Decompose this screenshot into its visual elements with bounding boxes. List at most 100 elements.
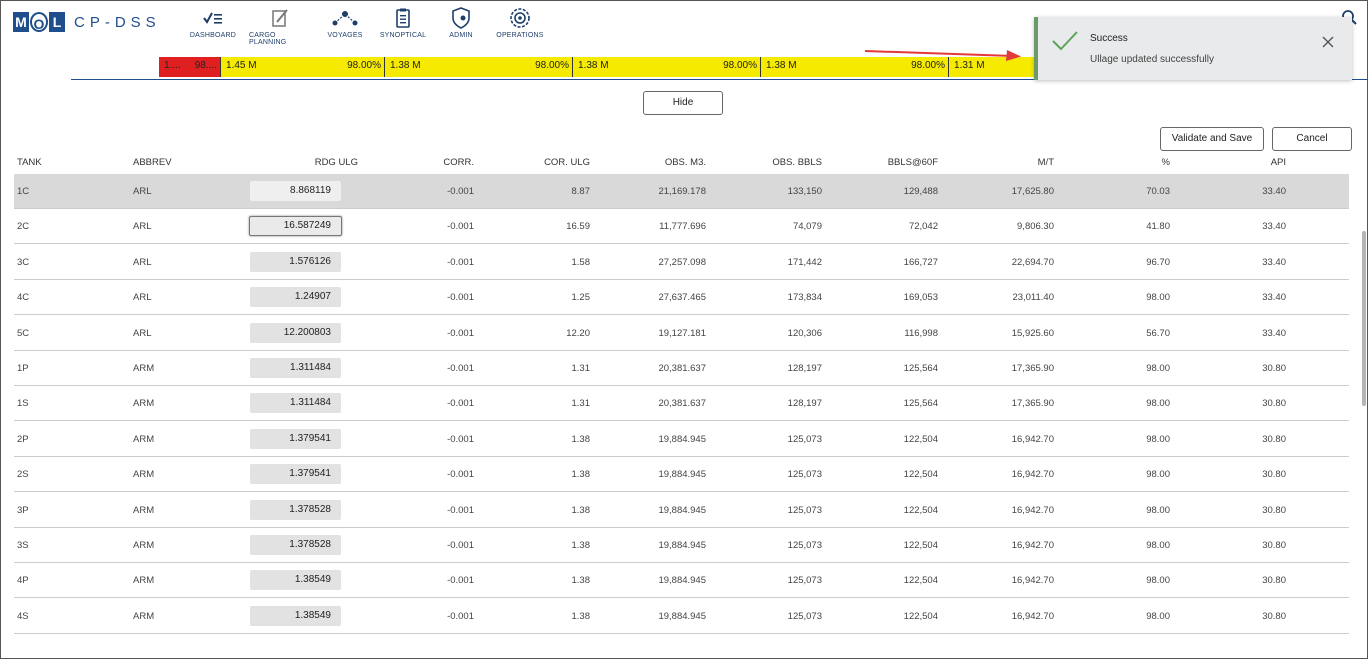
rdg-ulg-input[interactable]: 1.24907: [250, 287, 341, 308]
cell-cor-ulg: 1.25: [571, 292, 591, 304]
cell-percent: 98.00: [1146, 292, 1170, 304]
rdg-ulg-input[interactable]: 1.311484: [250, 393, 341, 414]
cell-corr: -0.001: [447, 292, 474, 304]
cell-corr: -0.001: [447, 221, 474, 233]
rdg-ulg-input[interactable]: 1.576126: [250, 251, 341, 272]
table-row[interactable]: 1C ARL -0.001 8.87 21,169.178 133,150 129,488 1…: [14, 174, 1349, 209]
rdg-ulg-input[interactable]: 1.379541: [250, 428, 341, 449]
annotation-arrow-icon: [863, 47, 1023, 66]
cell-corr: -0.001: [447, 327, 474, 339]
cell-corr: -0.001: [447, 186, 474, 197]
cell-abbrev: ARM: [133, 433, 155, 445]
toast-message: Ullage updated successfully: [1090, 54, 1214, 65]
cell-mt: 17,625.80: [1011, 186, 1054, 197]
rdg-ulg-input[interactable]: 1.311484: [250, 358, 341, 378]
table-row[interactable]: 4S ARM -0.001 1.38 19,884.945 125,073 122,504 1…: [14, 599, 1349, 634]
table-row[interactable]: 4P ARM -0.001 1.38 19,884.945 125,073 122,504 1…: [14, 563, 1349, 599]
hide-button[interactable]: Hide: [643, 91, 723, 115]
cell-tank: 3S: [17, 540, 29, 551]
table-row[interactable]: 2P ARM -0.001 1.38 19,884.945 125,073 122,504 1…: [14, 422, 1349, 457]
rdg-ulg-input[interactable]: 1.38549: [250, 570, 341, 591]
table-row[interactable]: 3P ARM -0.001 1.38 19,884.945 125,073 122,504 1…: [14, 493, 1349, 528]
logo-letter: M: [13, 12, 29, 32]
header-cor-ulg: COR. ULG: [544, 157, 590, 168]
cell-obs-bbls: 173,834: [787, 292, 822, 304]
cell-abbrev: ARM: [133, 540, 155, 551]
cell-api: 33.40: [1262, 221, 1286, 233]
cell-bbls-60f: 129,488: [903, 186, 938, 197]
cell-obs-bbls: 125,073: [787, 575, 822, 587]
cell-mt: 15,925.60: [1011, 327, 1054, 339]
app-logo[interactable]: M O L CP-DSS: [13, 12, 161, 32]
cell-obs-m3: 19,884.945: [658, 575, 706, 587]
bar-segment[interactable]: 1.38 M 98.00%: [385, 57, 573, 77]
nav-label: CARGO PLANNING: [249, 32, 287, 46]
cell-bbls-60f: 125,564: [903, 363, 938, 374]
header-tank: TANK: [17, 157, 42, 168]
bar-segment[interactable]: 1.... 98....: [159, 57, 221, 77]
cell-mt: 16,942.70: [1011, 610, 1054, 622]
vertical-scrollbar[interactable]: [1362, 231, 1366, 406]
mol-logo: M O L: [13, 12, 66, 32]
cancel-button[interactable]: Cancel: [1272, 127, 1352, 151]
bar-segment[interactable]: 1.45 M 98.00%: [221, 57, 385, 77]
cell-bbls-60f: 166,727: [903, 256, 938, 268]
cell-percent: 98.00: [1146, 363, 1170, 374]
table-row[interactable]: 5C ARL -0.001 12.20 19,127.181 120,306 116,998…: [14, 316, 1349, 351]
ullage-table-body: 1C ARL -0.001 8.87 21,169.178 133,150 129,488 1…: [14, 174, 1349, 660]
rdg-ulg-input[interactable]: 16.587249: [249, 216, 342, 237]
rdg-ulg-input[interactable]: 12.200803: [250, 322, 341, 343]
bar-percent: 98.00%: [723, 60, 757, 71]
table-row[interactable]: 1P ARM -0.001 1.31 20,381.637 128,197 125,564 1…: [14, 351, 1349, 386]
cell-mt: 23,011.40: [1012, 292, 1054, 304]
table-row[interactable]: 4C ARL -0.001 1.25 27,637.465 173,834 169,053 2…: [14, 280, 1349, 316]
cell-bbls-60f: 122,504: [903, 610, 938, 622]
cell-tank: 3P: [17, 504, 29, 516]
validate-and-save-button[interactable]: Validate and Save: [1160, 127, 1264, 151]
table-row[interactable]: 3S ARM -0.001 1.38 19,884.945 125,073 122,504 1…: [14, 528, 1349, 563]
cell-corr: -0.001: [447, 610, 474, 622]
cell-api: 30.80: [1262, 504, 1286, 516]
cell-obs-bbls: 125,073: [787, 610, 822, 622]
synoptical-icon: [395, 7, 411, 29]
cell-percent: 96.70: [1146, 256, 1170, 268]
bar-volume: 1.38 M: [578, 60, 609, 71]
table-row[interactable]: 1S ARM -0.001 1.31 20,381.637 128,197 125,564 1…: [14, 386, 1349, 422]
cell-tank: 4C: [17, 292, 30, 304]
nav-dashboard[interactable]: DASHBOARD: [190, 7, 236, 46]
table-row[interactable]: 2S ARM -0.001 1.38 19,884.945 125,073 122,504 1…: [14, 457, 1349, 493]
rdg-ulg-input[interactable]: 1.378528: [250, 535, 341, 555]
cell-tank: 1C: [17, 186, 30, 197]
cell-corr: -0.001: [447, 433, 474, 445]
cell-bbls-60f: 122,504: [903, 433, 938, 445]
cell-obs-bbls: 125,073: [787, 540, 822, 551]
rdg-ulg-input[interactable]: 1.378528: [250, 499, 341, 520]
cell-abbrev: ARM: [133, 575, 155, 587]
rdg-ulg-input[interactable]: 1.379541: [250, 464, 341, 485]
cell-corr: -0.001: [447, 398, 474, 410]
table-row[interactable]: 3C ARL -0.001 1.58 27,257.098 171,442 166,727 2…: [14, 245, 1349, 280]
cell-tank: 2P: [17, 433, 29, 445]
table-row[interactable]: 2C ARL -0.001 16.59 11,777.696 74,079 72,042 9,…: [14, 209, 1349, 245]
nav-synoptical[interactable]: SYNOPTICAL: [379, 7, 427, 46]
cell-abbrev: ARL: [133, 221, 152, 233]
rdg-ulg-input[interactable]: 1.38549: [250, 605, 341, 626]
nav-voyages[interactable]: VOYAGES: [325, 7, 365, 46]
cell-cor-ulg: 1.38: [571, 433, 591, 445]
nav-operations[interactable]: OPERATIONS: [495, 7, 545, 46]
cell-bbls-60f: 122,504: [903, 469, 938, 481]
cell-obs-m3: 27,637.465: [658, 292, 706, 304]
nav-cargo-planning[interactable]: CARGO PLANNING: [249, 7, 311, 46]
nav-admin[interactable]: ADMIN: [441, 7, 481, 46]
cell-obs-bbls: 128,197: [787, 398, 822, 410]
close-icon[interactable]: [1322, 35, 1334, 53]
cell-bbls-60f: 122,504: [903, 575, 938, 587]
cell-mt: 16,942.70: [1011, 540, 1054, 551]
bar-segment[interactable]: 1.38 M 98.00%: [573, 57, 761, 77]
rdg-ulg-input[interactable]: 8.868119: [250, 181, 341, 201]
cell-cor-ulg: 1.38: [571, 540, 591, 551]
success-toast: Success Ullage updated successfully: [1034, 17, 1352, 80]
cell-mt: 16,942.70: [1011, 575, 1054, 587]
cell-mt: 16,942.70: [1011, 433, 1054, 445]
cell-tank: 5C: [17, 327, 30, 339]
